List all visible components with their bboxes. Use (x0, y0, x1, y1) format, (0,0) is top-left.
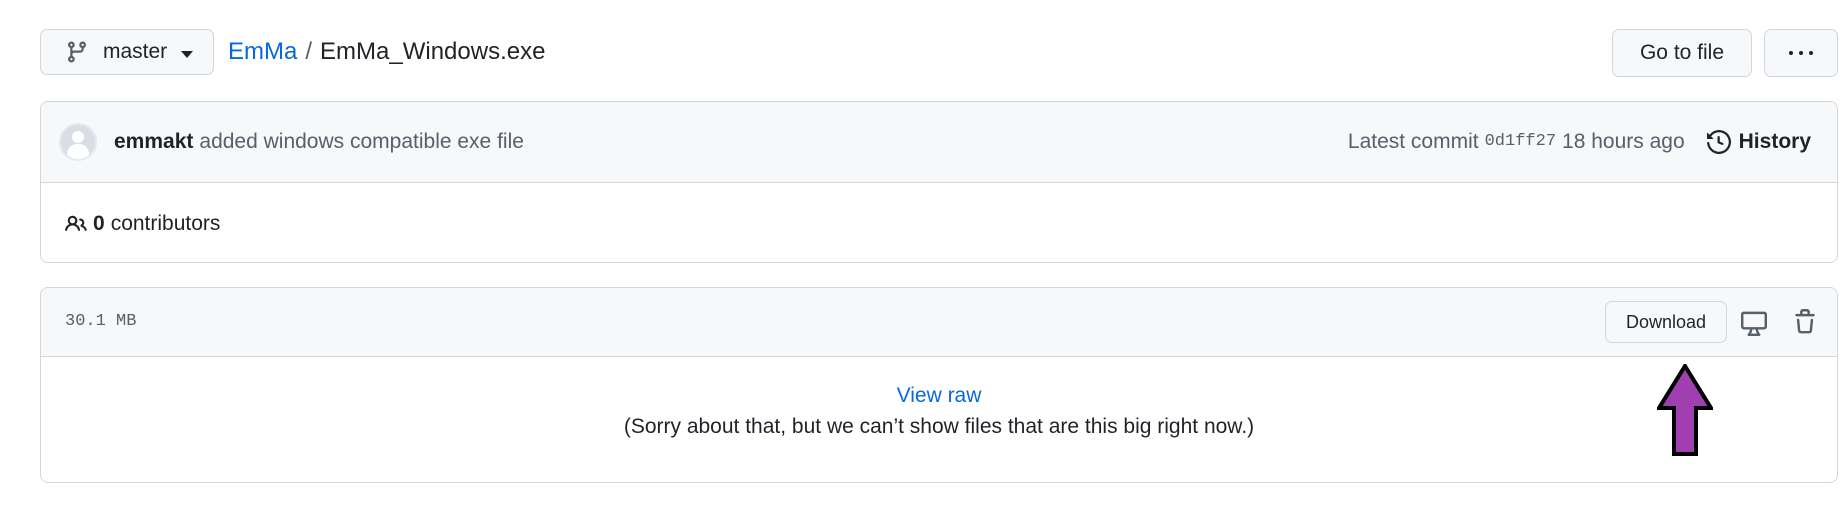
go-to-file-button[interactable]: Go to file (1612, 29, 1752, 77)
file-too-large-notice: (Sorry about that, but we can’t show fil… (623, 415, 1255, 438)
breadcrumb-separator: / (305, 38, 313, 65)
commit-sha[interactable]: 0d1ff27 (1485, 127, 1556, 157)
contributors-label: contributors (110, 211, 221, 235)
file-header-bar: master EmMa / EmMa_Windows.exe Go to file (40, 29, 1838, 77)
history-link[interactable]: History (1706, 127, 1811, 157)
trash-icon[interactable] (1792, 309, 1818, 335)
file-size: 30.1 MB (65, 312, 137, 331)
commit-message-text[interactable]: added windows compatible exe file (199, 130, 524, 153)
contributors-row[interactable]: 0 contributors (41, 183, 1837, 262)
branch-select-button[interactable]: master (40, 29, 214, 75)
arrow-up-icon (1657, 364, 1713, 456)
avatar[interactable] (59, 123, 97, 161)
file-name: EmMa_Windows.exe (320, 38, 546, 65)
commit-message: emmakt added windows compatible exe file (114, 127, 524, 157)
desktop-download-icon[interactable] (1741, 310, 1767, 336)
repo-link[interactable]: EmMa (228, 38, 297, 65)
chevron-down-icon (181, 50, 194, 58)
view-raw-link[interactable]: View raw (41, 384, 1837, 408)
git-branch-icon (67, 41, 86, 63)
more-options-button[interactable] (1764, 29, 1838, 77)
kebab-horizontal-icon (1789, 51, 1793, 55)
latest-commit-row: emmakt added windows compatible exe file … (41, 102, 1837, 183)
branch-name: master (103, 40, 168, 63)
file-toolbar: 30.1 MB Download (41, 288, 1837, 357)
commit-info-box: emmakt added windows compatible exe file … (40, 101, 1838, 263)
history-icon (1706, 130, 1731, 154)
history-label: History (1738, 130, 1811, 153)
people-icon (65, 215, 87, 231)
file-content-box: 30.1 MB Download View raw (Sorry about t… (40, 287, 1838, 483)
download-button[interactable]: Download (1605, 301, 1727, 343)
latest-commit-label: Latest commit (1347, 130, 1479, 153)
commit-author[interactable]: emmakt (114, 130, 193, 153)
commit-meta: Latest commit 0d1ff27 18 hours ago Histo… (1348, 127, 1811, 157)
breadcrumb: EmMa / EmMa_Windows.exe (228, 37, 545, 67)
contributors-count: 0 (93, 211, 105, 235)
commit-time: 18 hours ago (1562, 130, 1685, 153)
